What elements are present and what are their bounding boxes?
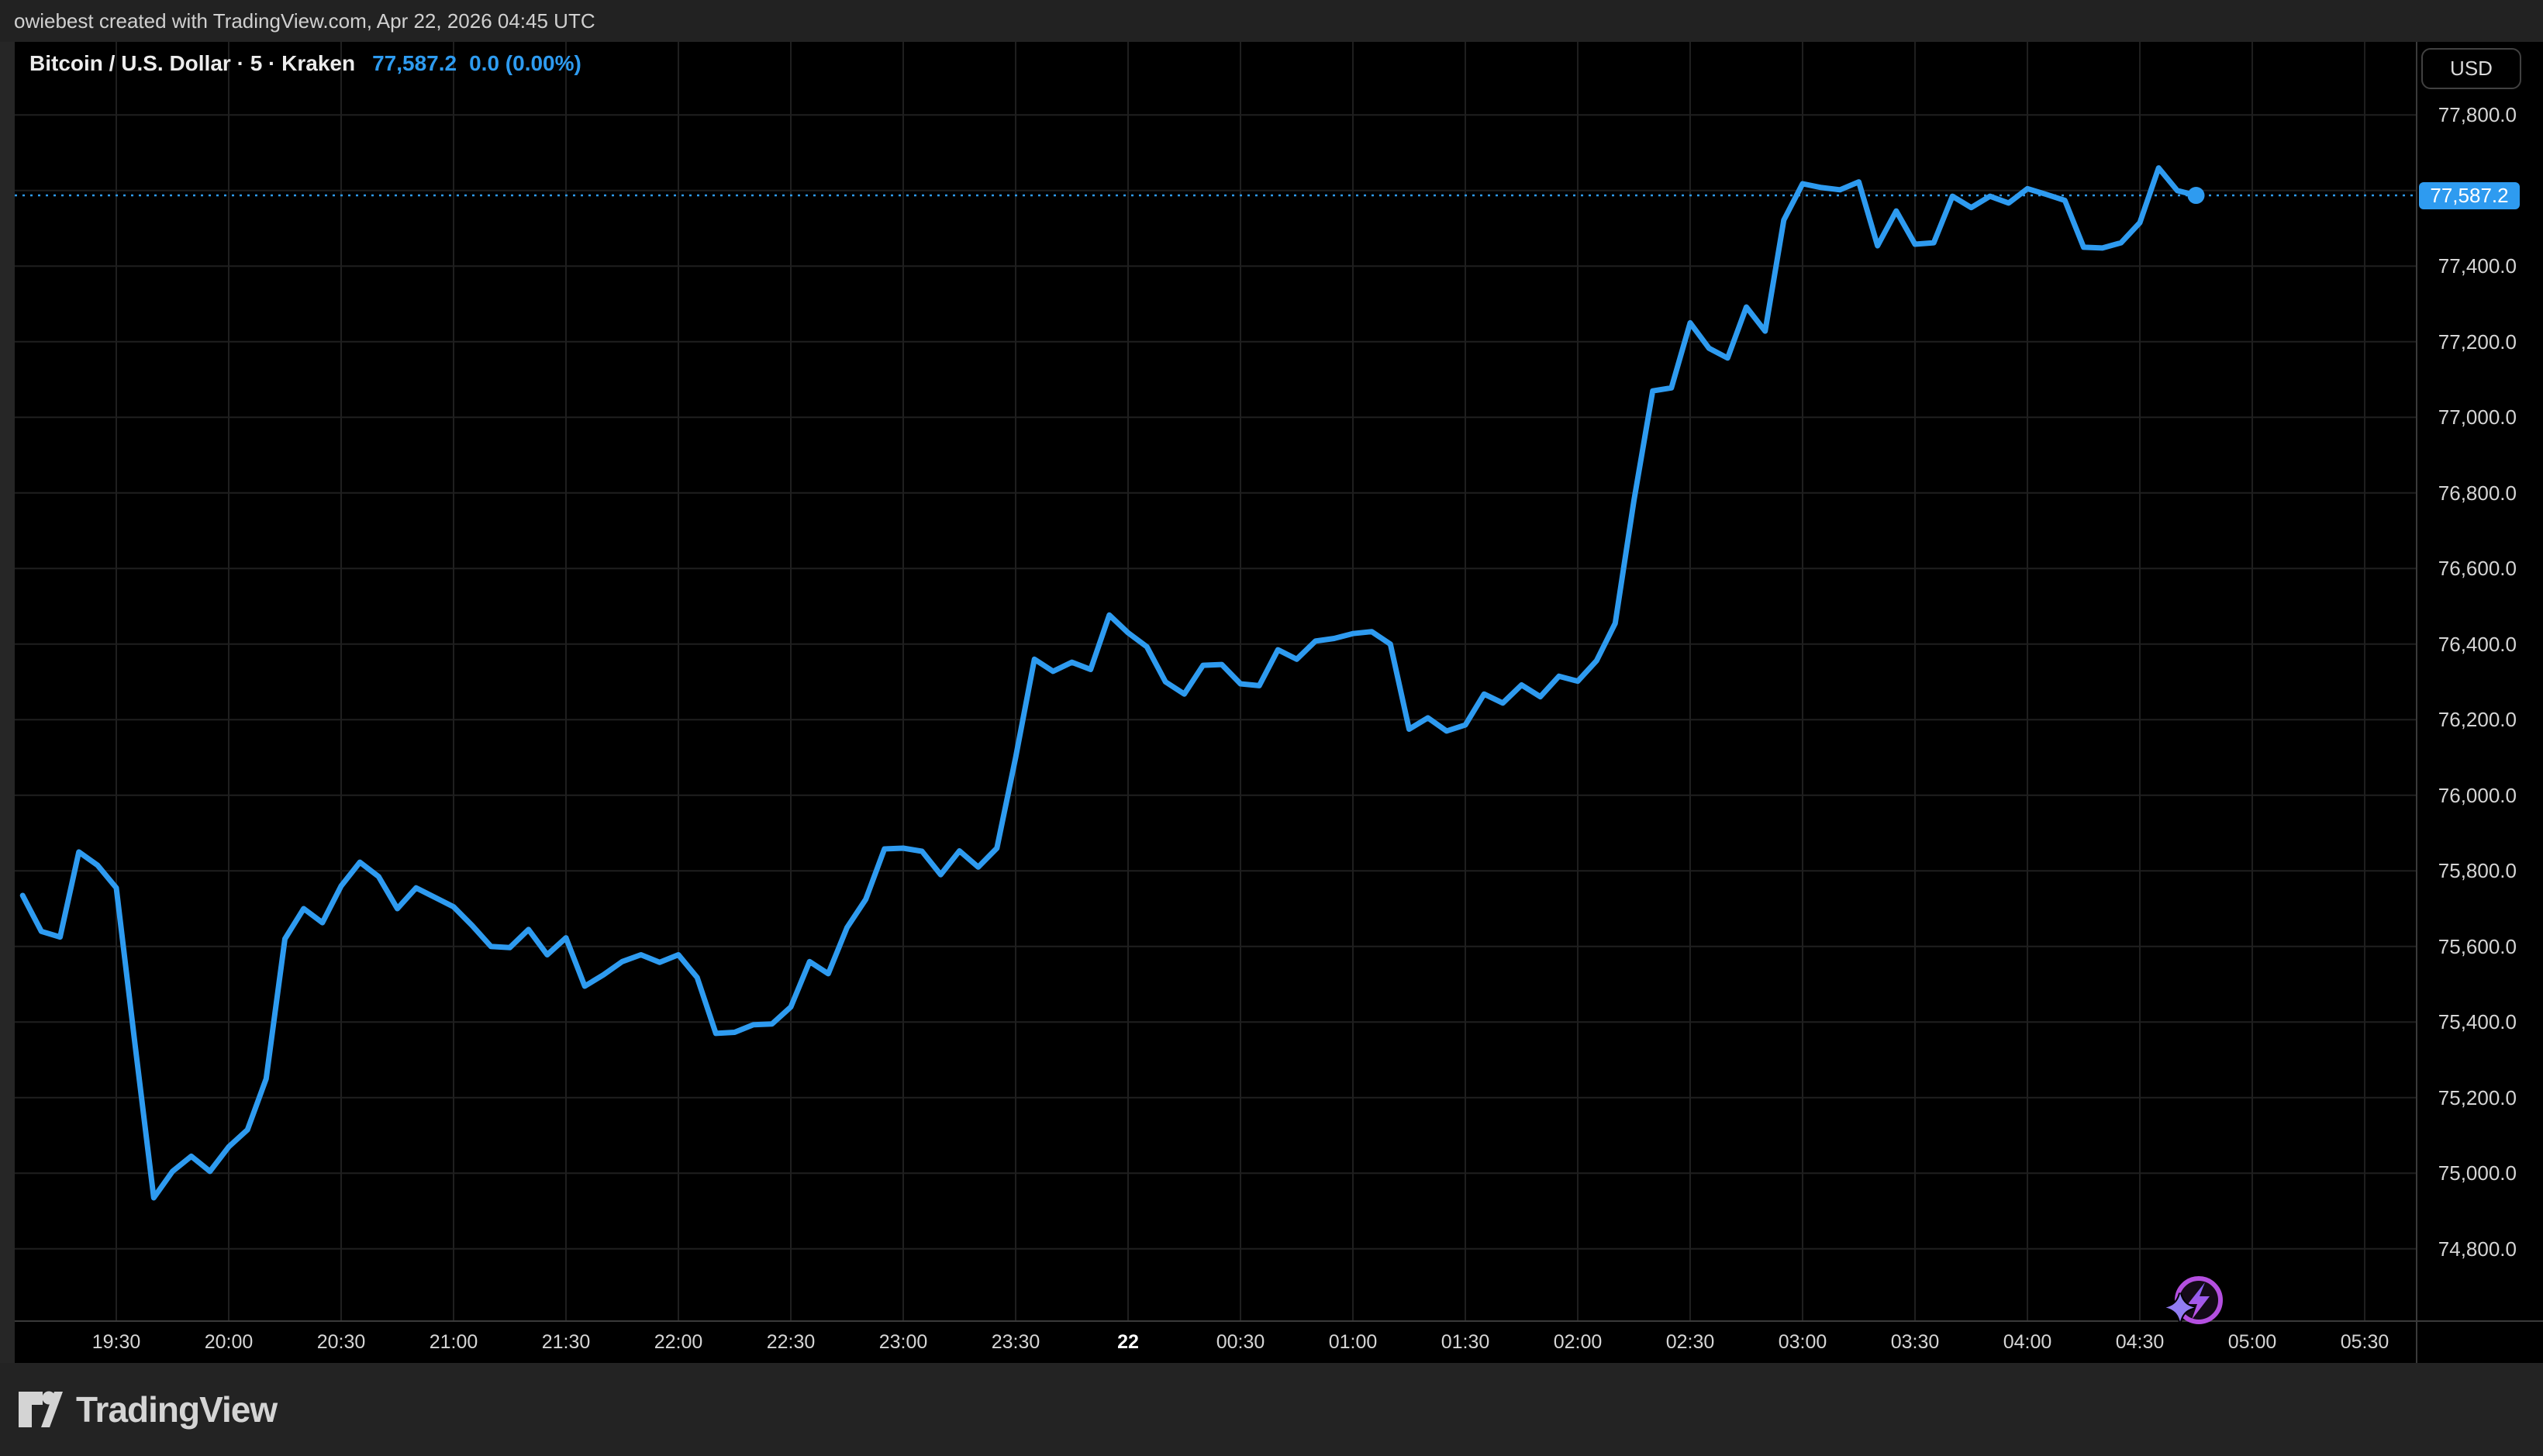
attribution-text: owiebest created with TradingView.com, A… <box>14 0 595 42</box>
price-tick-label: 77,400.0 <box>2420 250 2517 281</box>
price-tick-label: 75,000.0 <box>2420 1158 2517 1189</box>
price-tick-label: 77,200.0 <box>2420 326 2517 357</box>
price-scale[interactable]: 77,800.077,600.077,400.077,200.077,000.0… <box>2416 42 2543 1320</box>
price-tick-label: 75,200.0 <box>2420 1082 2517 1113</box>
time-tick-label: 03:00 <box>1756 1322 1849 1363</box>
time-tick-label: 02:00 <box>1531 1322 1624 1363</box>
time-tick-label: 22:00 <box>632 1322 725 1363</box>
price-tick-label: 76,600.0 <box>2420 553 2517 584</box>
price-tick-label: 76,400.0 <box>2420 629 2517 660</box>
price-tick-label: 75,800.0 <box>2420 855 2517 886</box>
time-tick-label: 01:30 <box>1419 1322 1512 1363</box>
time-tick-label: 00:30 <box>1194 1322 1287 1363</box>
legend-last-price: 77,587.2 <box>372 51 457 76</box>
legend-change: 0.0 (0.00%) <box>469 51 581 76</box>
price-line-chart <box>15 42 2543 1320</box>
price-tick-label: 75,400.0 <box>2420 1006 2517 1037</box>
footer-bar: TradingView <box>0 1363 2543 1456</box>
time-tick-label: 20:30 <box>295 1322 388 1363</box>
tradingview-snapshot: owiebest created with TradingView.com, A… <box>0 0 2543 1456</box>
time-tick-label: 01:00 <box>1306 1322 1399 1363</box>
price-tick-label: 75,600.0 <box>2420 931 2517 962</box>
time-tick-label: 21:00 <box>407 1322 500 1363</box>
tradingview-wordmark[interactable]: TradingView <box>76 1389 277 1430</box>
price-tick-label: 74,800.0 <box>2420 1233 2517 1265</box>
chart-legend: Bitcoin / U.S. Dollar · 5 · Kraken 77,58… <box>29 51 581 76</box>
last-price-badge: 77,587.2 <box>2419 182 2520 209</box>
time-tick-label: 20:00 <box>182 1322 275 1363</box>
flash-sparkle-icon[interactable] <box>2155 1264 2248 1341</box>
time-tick-label: 04:00 <box>1981 1322 2074 1363</box>
symbol-title[interactable]: Bitcoin / U.S. Dollar · 5 · Kraken <box>29 51 355 76</box>
price-tick-label: 77,800.0 <box>2420 99 2517 130</box>
time-tick-label: 23:30 <box>969 1322 1062 1363</box>
time-tick-label: 23:00 <box>857 1322 950 1363</box>
tradingview-logo-icon[interactable] <box>17 1389 64 1430</box>
attribution-bar: owiebest created with TradingView.com, A… <box>0 0 2543 42</box>
price-tick-label: 77,000.0 <box>2420 402 2517 433</box>
time-tick-label: 05:30 <box>2318 1322 2411 1363</box>
time-tick-label: 21:30 <box>519 1322 612 1363</box>
time-tick-label: 22:30 <box>744 1322 837 1363</box>
currency-button[interactable]: USD <box>2421 48 2521 89</box>
price-tick-label: 76,800.0 <box>2420 478 2517 509</box>
time-tick-label: 03:30 <box>1868 1322 1962 1363</box>
price-tick-label: 76,200.0 <box>2420 704 2517 735</box>
time-tick-label: 02:30 <box>1644 1322 1737 1363</box>
time-tick-label-day: 22 <box>1082 1322 1175 1363</box>
price-tick-label: 76,000.0 <box>2420 780 2517 811</box>
time-tick-label: 19:30 <box>70 1322 163 1363</box>
chart-canvas[interactable] <box>15 42 2543 1363</box>
